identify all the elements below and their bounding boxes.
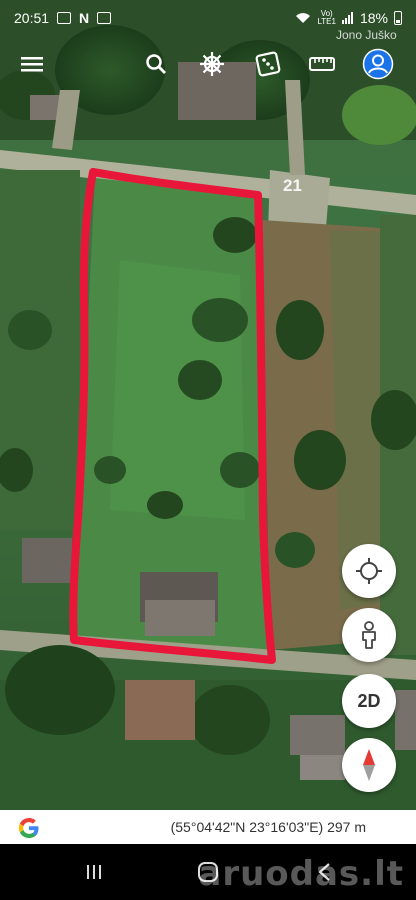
google-g-icon bbox=[18, 818, 39, 838]
network-bottom-label: LTE1 bbox=[317, 17, 336, 26]
battery-percent: 18% bbox=[359, 10, 388, 26]
watermark-logo: aruodas.lt bbox=[198, 854, 404, 894]
app-notification-icon bbox=[97, 12, 112, 24]
view-mode-label: 2D bbox=[357, 690, 381, 711]
battery-icon bbox=[394, 11, 402, 25]
signal-icon bbox=[341, 12, 353, 24]
compass-button[interactable] bbox=[342, 738, 396, 792]
coordinates-readout: (55°04'42"N 23°16'03"E) 297 m bbox=[170, 819, 366, 835]
network-type-icon: Vo) LTE1 bbox=[317, 10, 336, 26]
pegman-icon bbox=[362, 621, 376, 649]
gallery-notification-icon bbox=[57, 12, 72, 24]
status-bar: 20:51 N Vo) LTE1 18% bbox=[0, 0, 416, 36]
compass-icon bbox=[363, 749, 375, 781]
my-location-button[interactable] bbox=[342, 544, 396, 598]
account-icon[interactable] bbox=[360, 46, 396, 82]
ship-wheel-icon[interactable] bbox=[194, 46, 230, 82]
view-mode-button[interactable]: 2D bbox=[342, 674, 396, 728]
hamburger-menu-icon[interactable] bbox=[14, 46, 50, 82]
wifi-icon bbox=[296, 13, 311, 23]
street-view-button[interactable] bbox=[342, 608, 396, 662]
recents-icon[interactable] bbox=[74, 858, 114, 886]
search-icon[interactable] bbox=[138, 46, 174, 82]
dice-icon[interactable] bbox=[250, 46, 286, 82]
top-toolbar bbox=[0, 40, 416, 88]
ruler-icon[interactable] bbox=[304, 46, 340, 82]
house-number-label: 21 bbox=[283, 176, 302, 195]
n-notification-icon: N bbox=[79, 10, 90, 26]
status-time: 20:51 bbox=[14, 10, 50, 26]
info-bar: (55°04'42"N 23°16'03"E) 297 m bbox=[0, 810, 416, 844]
crosshair-icon bbox=[356, 558, 382, 584]
system-nav-bar: aruodas.lt bbox=[0, 844, 416, 900]
